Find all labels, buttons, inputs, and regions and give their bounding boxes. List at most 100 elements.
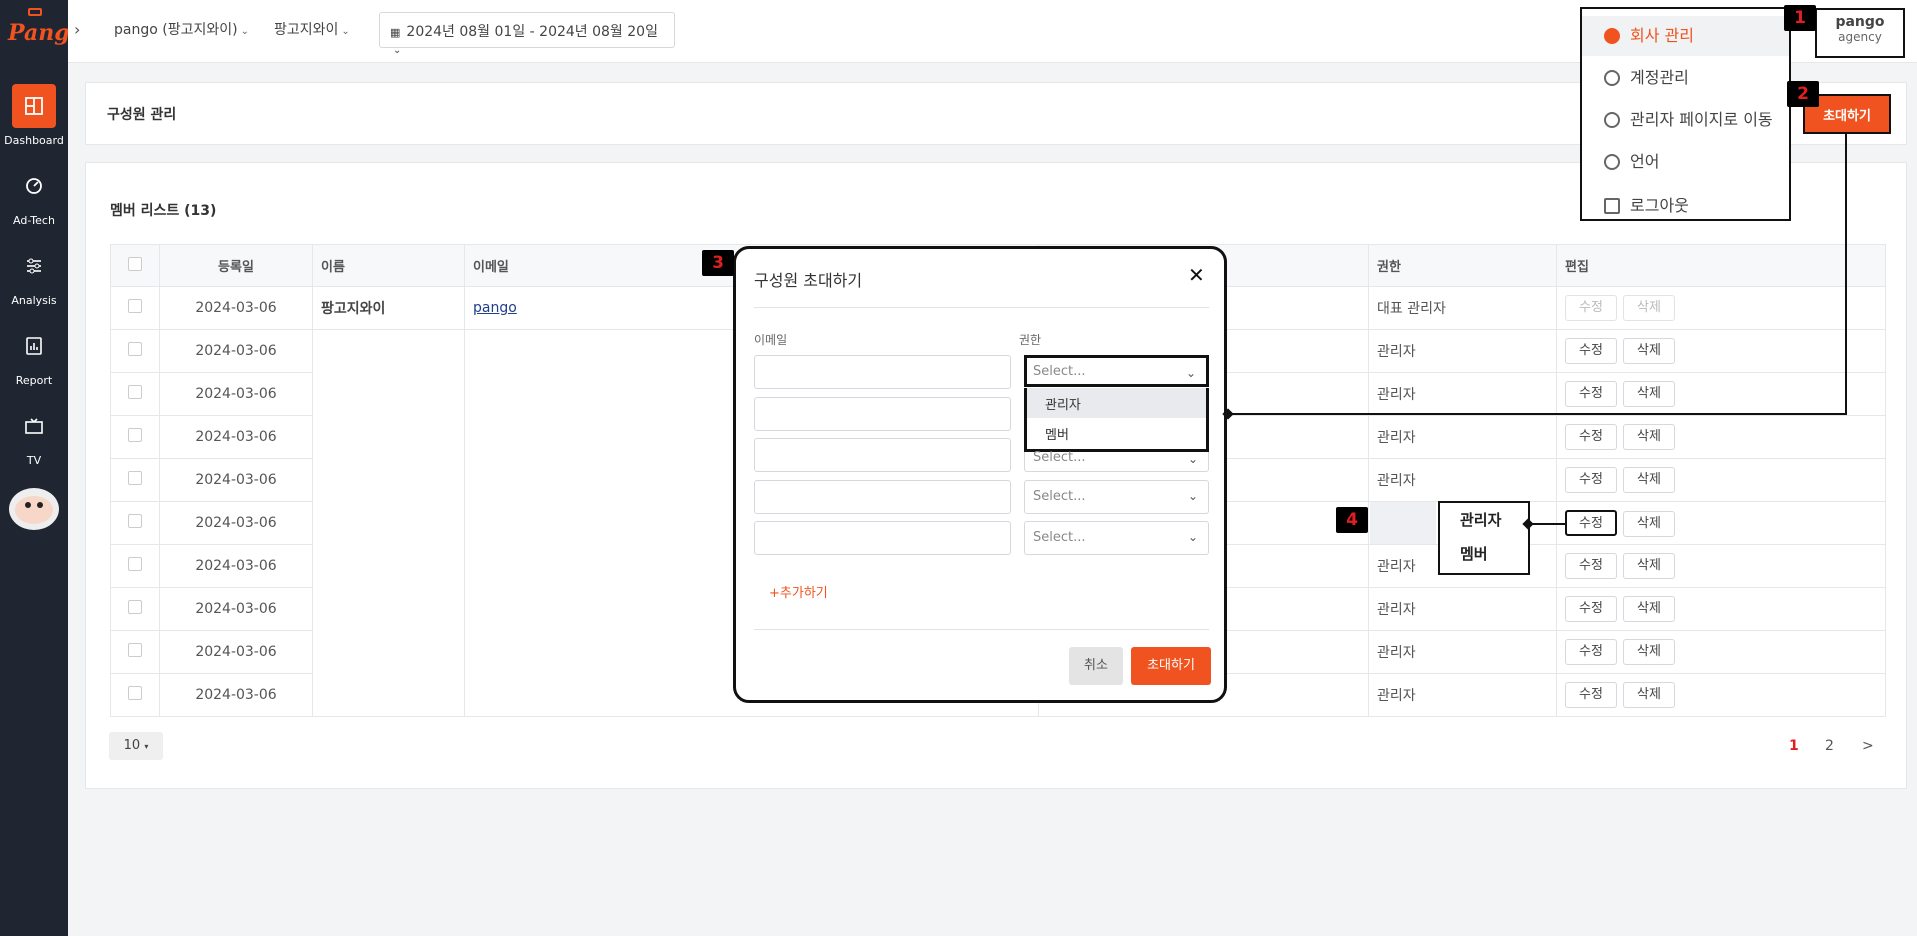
col-header-name[interactable]: 이름 (312, 244, 465, 287)
role-select-5-value: Select... (1033, 530, 1086, 545)
adtech-icon (12, 164, 56, 208)
menu-company-management[interactable]: 회사 관리 (1582, 16, 1789, 56)
cancel-button[interactable]: 취소 (1069, 647, 1123, 685)
brand-select[interactable]: 팡고지와이 ⌄ (274, 19, 350, 39)
mascot-avatar[interactable] (9, 488, 59, 530)
page-size-select[interactable]: 10 ▾ (109, 732, 163, 760)
edit-button[interactable]: 수정 (1565, 338, 1617, 364)
org-select[interactable]: pango (팡고지와이) ⌄ (114, 19, 249, 39)
close-icon[interactable]: ✕ (1188, 263, 1205, 287)
email-input-5[interactable] (754, 521, 1011, 555)
pango-logo[interactable]: Pango (6, 8, 84, 46)
row-checkbox[interactable] (128, 557, 142, 571)
cell-date: 2024-03-06 (159, 372, 313, 416)
option-admin[interactable]: 관리자 (1027, 388, 1206, 418)
email-input-2[interactable] (754, 397, 1011, 431)
delete-button[interactable]: 삭제 (1623, 639, 1675, 665)
menu-language[interactable]: 언어 (1582, 142, 1789, 182)
edit-button[interactable]: 수정 (1565, 295, 1617, 321)
role-option-member[interactable]: 멤버 (1440, 537, 1528, 571)
page-size-value: 10 (123, 738, 141, 753)
edit-button[interactable]: 수정 (1565, 596, 1617, 622)
role-option-admin[interactable]: 관리자 (1440, 503, 1528, 537)
page-1-link[interactable]: 1 (1789, 738, 1799, 754)
email-input-3[interactable] (754, 438, 1011, 472)
menu-logout[interactable]: 로그아웃 (1582, 186, 1789, 226)
role-edit-popup: 관리자 멤버 (1438, 501, 1530, 575)
role-select-5[interactable]: Select... ⌄ (1024, 521, 1209, 555)
date-range-picker[interactable]: ▦ 2024년 08월 01일 - 2024년 08월 20일 ⌄ (379, 12, 675, 56)
delete-button[interactable]: 삭제 (1623, 510, 1675, 537)
row-checkbox[interactable] (128, 600, 142, 614)
select-all-checkbox[interactable] (128, 256, 142, 271)
menu-logout-label: 로그아웃 (1630, 196, 1689, 215)
menu-admin-page[interactable]: 관리자 페이지로 이동 (1582, 100, 1789, 140)
nav-tv[interactable]: TV (0, 404, 68, 467)
col-header-role[interactable]: 권한 (1368, 244, 1557, 287)
annotation-badge-3: 3 (702, 250, 734, 276)
account-icon (1604, 70, 1620, 86)
col-header-date[interactable]: 등록일 (159, 244, 313, 287)
cell-edit: 수정 삭제 (1556, 501, 1886, 545)
menu-company-label: 회사 관리 (1630, 26, 1694, 45)
nav-adtech[interactable]: Ad-Tech (0, 164, 68, 227)
edit-button[interactable]: 수정 (1565, 381, 1617, 407)
row-checkbox[interactable] (128, 299, 142, 313)
cell-edit: 수정 삭제 (1556, 458, 1886, 502)
chevron-down-icon: ⌄ (341, 26, 350, 37)
edit-button[interactable]: 수정 (1565, 509, 1617, 536)
delete-button[interactable]: 삭제 (1623, 424, 1675, 450)
delete-button[interactable]: 삭제 (1623, 381, 1675, 407)
edit-button[interactable]: 수정 (1565, 682, 1617, 708)
row-checkbox[interactable] (128, 686, 142, 700)
add-more-link[interactable]: +추가하기 (769, 582, 828, 601)
nav-dashboard[interactable]: Dashboard (0, 84, 68, 147)
delete-button[interactable]: 삭제 (1623, 295, 1675, 321)
email-input-1[interactable] (754, 355, 1011, 389)
row-checkbox[interactable] (128, 643, 142, 657)
cell-role: 관리자 (1368, 673, 1557, 717)
row-checkbox[interactable] (128, 342, 142, 356)
cell-role: 관리자 (1368, 329, 1557, 373)
menu-account-label: 계정관리 (1630, 68, 1689, 87)
profile-button[interactable]: pango agency (1815, 8, 1905, 58)
delete-button[interactable]: 삭제 (1623, 467, 1675, 493)
delete-button[interactable]: 삭제 (1623, 553, 1675, 579)
annotation-badge-4: 4 (1336, 507, 1368, 533)
cell-edit: 수정 삭제 (1556, 673, 1886, 717)
submit-invite-button[interactable]: 초대하기 (1131, 647, 1211, 685)
cell-edit: 수정 삭제 (1556, 329, 1886, 373)
row-checkbox[interactable] (128, 428, 142, 442)
cell-edit: 수정 삭제 (1556, 630, 1886, 674)
cell-name (312, 329, 465, 717)
chevron-down-icon: ⌄ (240, 26, 249, 37)
role-select-1[interactable]: Select... ⌄ (1024, 355, 1209, 387)
edit-button[interactable]: 수정 (1565, 467, 1617, 493)
delete-button[interactable]: 삭제 (1623, 682, 1675, 708)
edit-button[interactable]: 수정 (1565, 553, 1617, 579)
chevron-down-icon: ⌄ (393, 45, 402, 56)
page-2-link[interactable]: 2 (1825, 738, 1834, 754)
next-page-button[interactable]: > (1862, 738, 1874, 754)
nav-report[interactable]: Report (0, 324, 68, 387)
role-select-4[interactable]: Select... ⌄ (1024, 480, 1209, 514)
delete-button[interactable]: 삭제 (1623, 338, 1675, 364)
email-link[interactable]: pango (473, 300, 517, 316)
edit-button[interactable]: 수정 (1565, 639, 1617, 665)
option-member[interactable]: 멤버 (1027, 418, 1206, 448)
sidebar-expand-button[interactable]: › (74, 20, 80, 39)
edit-button[interactable]: 수정 (1565, 424, 1617, 450)
row-checkbox[interactable] (128, 471, 142, 485)
admin-icon (1604, 112, 1620, 128)
row-checkbox[interactable] (128, 385, 142, 399)
cell-name: 팡고지와이 (312, 286, 465, 330)
nav-dashboard-label: Dashboard (4, 134, 64, 147)
nav-analysis[interactable]: Analysis (0, 244, 68, 307)
email-input-4[interactable] (754, 480, 1011, 514)
menu-account-management[interactable]: 계정관리 (1582, 58, 1789, 98)
delete-button[interactable]: 삭제 (1623, 596, 1675, 622)
cell-date: 2024-03-06 (159, 329, 313, 373)
role-select-3[interactable]: Select... ⌄ (1024, 450, 1209, 472)
row-checkbox[interactable] (128, 514, 142, 528)
row-checkbox-cell (110, 673, 160, 717)
